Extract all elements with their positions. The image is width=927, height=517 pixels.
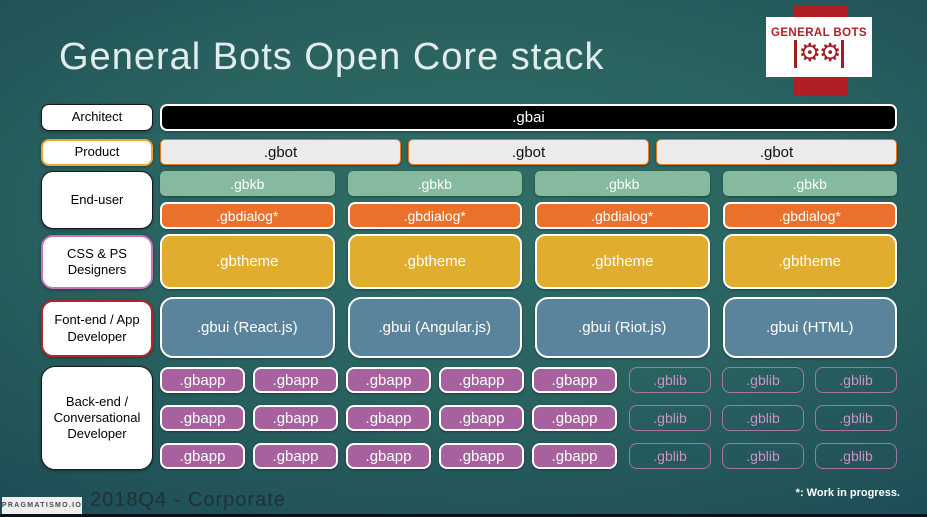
row-gbui: .gbui (React.js) .gbui (Angular.js) .gbu… xyxy=(160,297,897,358)
row-gbot: .gbot .gbot .gbot xyxy=(160,139,897,165)
label-architect: Architect xyxy=(41,104,153,131)
gblib-box: .gblib xyxy=(722,405,804,431)
gbapp-group: .gbapp .gbapp .gbapp .gbapp .gbapp xyxy=(160,443,617,469)
gblib-box: .gblib xyxy=(722,443,804,469)
row-gbkb: .gbkb .gbkb .gbkb .gbkb xyxy=(160,171,897,196)
logo-brand-text: GENERAL BOTS xyxy=(771,26,867,39)
gbkb-box: .gbkb xyxy=(535,171,710,196)
gear-glyphs: ⚙⚙ xyxy=(798,39,842,67)
slide: General Bots Open Core stack GENERAL BOT… xyxy=(0,0,927,517)
gbapp-box: .gbapp xyxy=(439,367,524,393)
gbapp-group: .gbapp .gbapp .gbapp .gbapp .gbapp xyxy=(160,405,617,431)
gbot-box: .gbot xyxy=(160,139,401,165)
label-end-user: End-user xyxy=(41,171,153,229)
gblib-group: .gblib .gblib .gblib xyxy=(629,443,897,469)
label-product: Product xyxy=(41,139,153,166)
row-gbai: .gbai xyxy=(160,104,897,131)
gear-bar-right xyxy=(841,39,844,68)
gbapp-box: .gbapp xyxy=(532,405,617,431)
gblib-box: .gblib xyxy=(629,443,711,469)
gbapp-box: .gbapp xyxy=(160,367,245,393)
gbapp-box: .gbapp xyxy=(532,443,617,469)
gbtheme-box: .gbtheme xyxy=(535,234,710,289)
gbapp-box: .gbapp xyxy=(346,367,431,393)
pragmatismo-logo: PRAGMATISMO.IO xyxy=(2,497,82,514)
gbdialog-box: .gbdialog* xyxy=(722,202,897,229)
gbapp-box: .gbapp xyxy=(532,367,617,393)
gbai-box: .gbai xyxy=(160,104,897,131)
gbui-angular-box: .gbui (Angular.js) xyxy=(347,297,522,358)
label-css-ps-designers: CSS & PS Designers xyxy=(41,235,153,289)
pragmatismo-logo-text: PRAGMATISMO.IO xyxy=(1,502,83,509)
gblib-box: .gblib xyxy=(722,367,804,393)
gbkb-box: .gbkb xyxy=(722,171,897,196)
row-gbdialog: .gbdialog* .gbdialog* .gbdialog* .gbdial… xyxy=(160,202,897,229)
work-in-progress-note: *: Work in progress. xyxy=(795,487,900,499)
row-backend-1: .gbapp .gbapp .gbapp .gbapp .gbapp .gbli… xyxy=(160,367,897,393)
general-bots-logo: GENERAL BOTS ⚙⚙ xyxy=(766,17,872,77)
row-backend-2: .gbapp .gbapp .gbapp .gbapp .gbapp .gbli… xyxy=(160,405,897,431)
gbui-riot-box: .gbui (Riot.js) xyxy=(535,297,710,358)
label-backend-conversational-developer: Back-end / Conversational Developer xyxy=(41,366,153,470)
gbdialog-box: .gbdialog* xyxy=(160,202,335,229)
gbapp-box: .gbapp xyxy=(160,443,245,469)
gbapp-box: .gbapp xyxy=(253,443,338,469)
gblib-box: .gblib xyxy=(815,367,897,393)
gbot-box: .gbot xyxy=(656,139,897,165)
gblib-box: .gblib xyxy=(629,367,711,393)
gbdialog-box: .gbdialog* xyxy=(535,202,710,229)
gbapp-box: .gbapp xyxy=(346,443,431,469)
gblib-group: .gblib .gblib .gblib xyxy=(629,405,897,431)
gblib-group: .gblib .gblib .gblib xyxy=(629,367,897,393)
gbapp-box: .gbapp xyxy=(253,367,338,393)
gbapp-box: .gbapp xyxy=(439,405,524,431)
gblib-box: .gblib xyxy=(815,405,897,431)
gears-icon: ⚙⚙ xyxy=(792,39,846,68)
gbui-react-box: .gbui (React.js) xyxy=(160,297,335,358)
gbot-box: .gbot xyxy=(408,139,649,165)
gbapp-box: .gbapp xyxy=(160,405,245,431)
row-backend-3: .gbapp .gbapp .gbapp .gbapp .gbapp .gbli… xyxy=(160,443,897,469)
gbapp-group: .gbapp .gbapp .gbapp .gbapp .gbapp xyxy=(160,367,617,393)
gbui-html-box: .gbui (HTML) xyxy=(722,297,897,358)
gbkb-box: .gbkb xyxy=(160,171,335,196)
gbapp-box: .gbapp xyxy=(439,443,524,469)
footer-edition-text: 2018Q4 - Corporate xyxy=(90,489,286,511)
gbkb-box: .gbkb xyxy=(347,171,522,196)
gbtheme-box: .gbtheme xyxy=(347,234,522,289)
gbapp-box: .gbapp xyxy=(253,405,338,431)
gbtheme-box: .gbtheme xyxy=(160,234,335,289)
gbdialog-box: .gbdialog* xyxy=(347,202,522,229)
gbtheme-box: .gbtheme xyxy=(722,234,897,289)
label-frontend-app-developer: Font-end / App Developer xyxy=(41,300,153,357)
gear-bar-left xyxy=(794,39,797,68)
page-title: General Bots Open Core stack xyxy=(59,36,605,78)
gblib-box: .gblib xyxy=(629,405,711,431)
gbapp-box: .gbapp xyxy=(346,405,431,431)
gblib-box: .gblib xyxy=(815,443,897,469)
row-gbtheme: .gbtheme .gbtheme .gbtheme .gbtheme xyxy=(160,234,897,289)
